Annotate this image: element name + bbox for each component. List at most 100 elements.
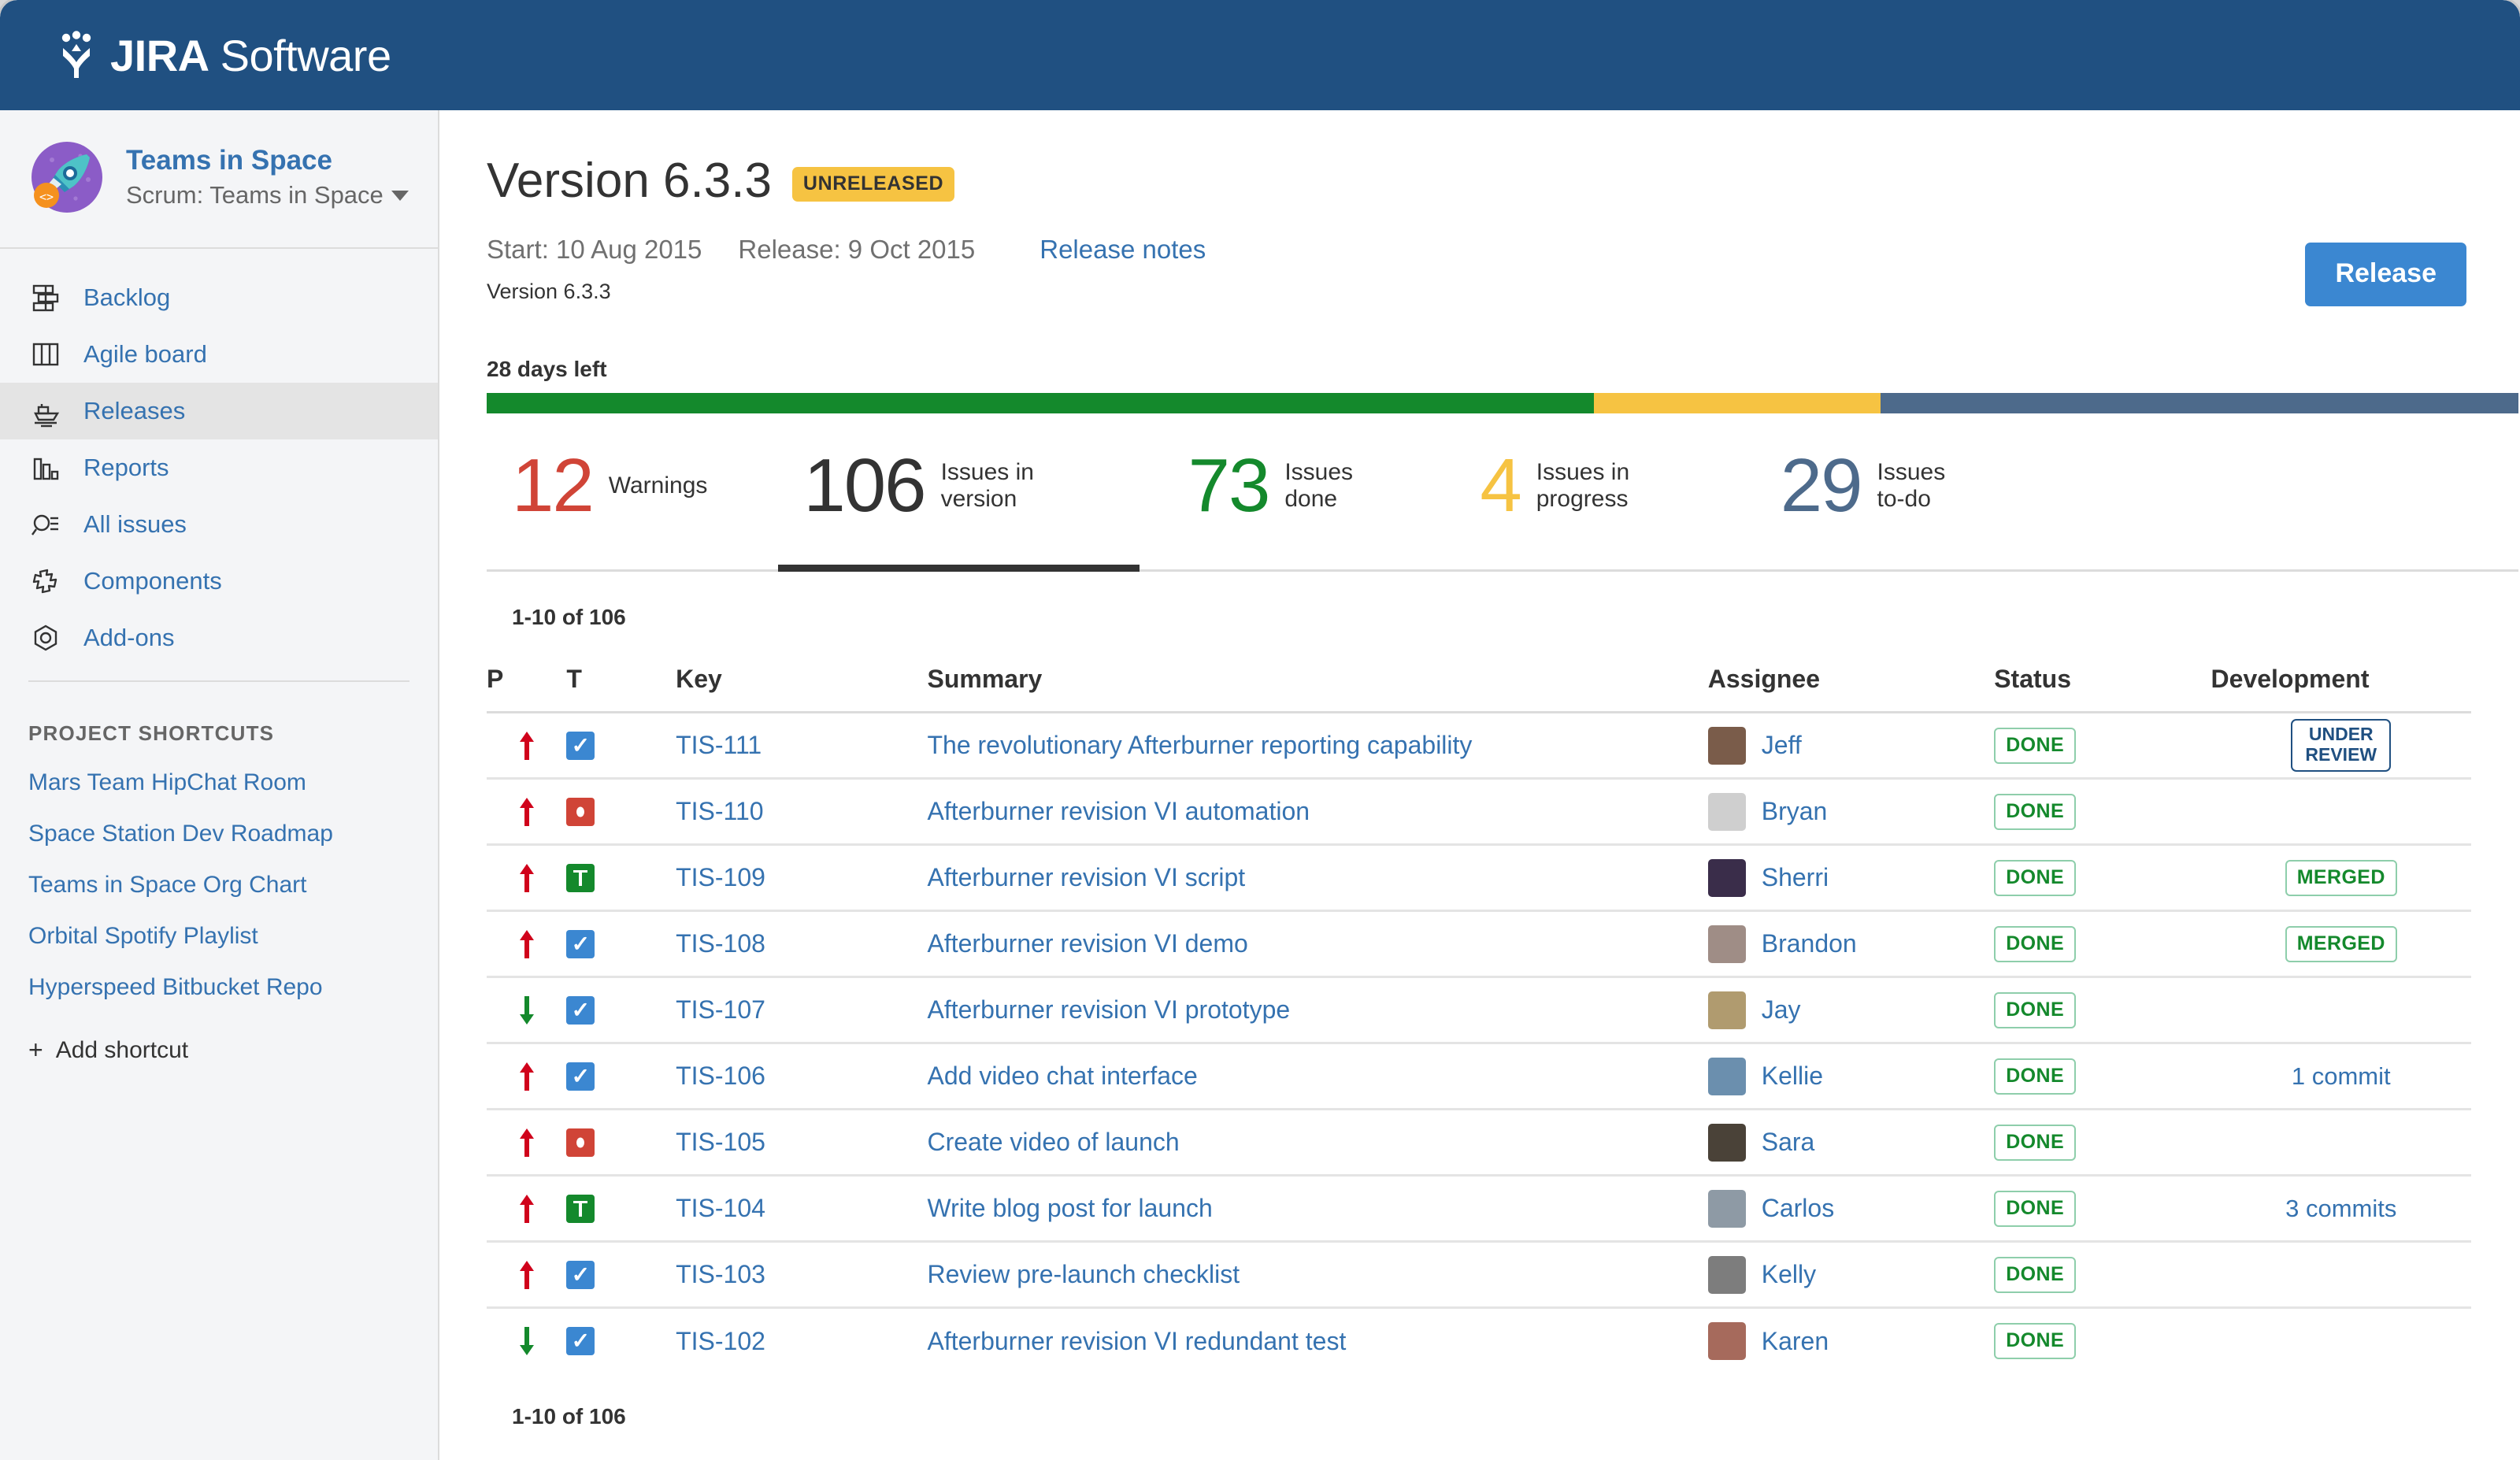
assignee-link[interactable]: Kellie — [1762, 1062, 1823, 1091]
cell-status: DONE — [1994, 778, 2211, 846]
issue-summary-link[interactable]: Create video of launch — [927, 1128, 1179, 1156]
issue-type-task-icon: ✓ — [566, 1327, 595, 1356]
status-badge: DONE — [1994, 859, 2077, 896]
stat-value: 12 — [512, 443, 595, 528]
project-shortcuts: PROJECT SHORTCUTS Mars Team HipChat Room… — [0, 693, 438, 1065]
stat-warnings[interactable]: 12 Warnings — [512, 448, 707, 569]
puzzle-icon — [28, 564, 63, 598]
cell-summary: Afterburner revision VI prototype — [927, 976, 1708, 1044]
assignee-link[interactable]: Jay — [1762, 995, 1801, 1025]
jira-logo[interactable]: JIRA Software — [54, 30, 391, 81]
shortcut-link[interactable]: Space Station Dev Roadmap — [28, 821, 438, 847]
project-name[interactable]: Teams in Space — [126, 145, 409, 176]
assignee-link[interactable]: Karen — [1762, 1327, 1829, 1356]
cell-key: TIS-105 — [676, 1109, 928, 1177]
cell-status: DONE — [1994, 1175, 2211, 1243]
avatar — [1707, 726, 1746, 765]
issue-key-link[interactable]: TIS-111 — [676, 731, 762, 759]
shortcut-link[interactable]: Teams in Space Org Chart — [28, 872, 438, 899]
progress-segment-in-progress — [1594, 393, 1881, 413]
issue-key-link[interactable]: TIS-104 — [676, 1194, 765, 1222]
issue-summary-link[interactable]: Afterburner revision VI demo — [927, 929, 1247, 958]
dev-commit-link[interactable]: 1 commit — [2292, 1062, 2391, 1090]
table-row[interactable]: ✓ TIS-103 Review pre-launch checklist Kelly… — [487, 1241, 2471, 1309]
issue-key-link[interactable]: TIS-105 — [676, 1128, 765, 1156]
stat-issues-done[interactable]: 73 Issues done — [1188, 448, 1388, 569]
brand-jira: JIRA — [110, 30, 209, 80]
shortcut-link[interactable]: Mars Team HipChat Room — [28, 769, 438, 796]
table-row[interactable]: ✓ TIS-107 Afterburner revision VI prototyp… — [487, 976, 2471, 1044]
assignee-link[interactable]: Bryan — [1762, 797, 1828, 826]
table-row[interactable]: TIS-104 Write blog post for launch Carlos D… — [487, 1175, 2471, 1243]
table-row[interactable]: ✓ TIS-111 The revolutionary Afterburner re… — [487, 712, 2471, 780]
issue-key-link[interactable]: TIS-108 — [676, 929, 765, 958]
table-row[interactable]: TIS-110 Afterburner revision VI automatio… — [487, 778, 2471, 846]
assignee-link[interactable]: Kelly — [1762, 1260, 1816, 1289]
issue-key-link[interactable]: TIS-102 — [676, 1327, 765, 1355]
cell-assignee: Kelly — [1707, 1241, 1995, 1309]
sidebar-item-releases[interactable]: Releases — [0, 383, 438, 439]
release-button[interactable]: Release — [2305, 243, 2466, 306]
assignee-link[interactable]: Sara — [1762, 1128, 1815, 1157]
cell-status: DONE — [1994, 1043, 2211, 1110]
table-row[interactable]: ✓ TIS-108 Afterburner revision VI demo Bran… — [487, 910, 2471, 978]
sidebar-item-all-issues[interactable]: All issues — [0, 496, 438, 553]
chevron-down-icon — [391, 190, 409, 201]
dev-status-merged[interactable]: MERGED — [2285, 859, 2397, 896]
dev-status-under-review[interactable]: UNDER REVIEW — [2291, 719, 2392, 772]
issue-summary-link[interactable]: Afterburner revision VI redundant test — [927, 1327, 1346, 1355]
table-row[interactable]: TIS-105 Create video of launch Sara DONE — [487, 1109, 2471, 1177]
issue-summary-link[interactable]: Add video chat interface — [927, 1062, 1197, 1090]
status-badge: DONE — [1994, 727, 2077, 764]
status-badge: DONE — [1994, 925, 2077, 962]
issue-summary-link[interactable]: Afterburner revision VI prototype — [927, 995, 1290, 1024]
stat-issues-in-progress[interactable]: 4 Issues in progress — [1480, 448, 1677, 569]
cell-summary: Review pre-launch checklist — [927, 1241, 1708, 1309]
stat-issues-in-version[interactable]: 106 Issues in version — [778, 448, 1140, 572]
sidebar-item-components[interactable]: Components — [0, 553, 438, 610]
issue-summary-link[interactable]: The revolutionary Afterburner reporting … — [927, 731, 1472, 759]
dev-status-merged[interactable]: MERGED — [2285, 925, 2397, 962]
assignee-link[interactable]: Brandon — [1762, 929, 1857, 958]
cell-status: DONE — [1994, 1241, 2211, 1309]
bar-chart-icon — [28, 450, 63, 485]
progress-segment-todo — [1880, 393, 2518, 413]
cell-development: MERGED — [2211, 844, 2471, 912]
issue-key-link[interactable]: TIS-110 — [676, 797, 763, 825]
sidebar-item-agile-board[interactable]: Agile board — [0, 326, 438, 383]
board-selector[interactable]: Scrum: Teams in Space — [126, 181, 409, 209]
issue-key-link[interactable]: TIS-109 — [676, 863, 765, 891]
issue-summary-link[interactable]: Afterburner revision VI automation — [927, 797, 1310, 825]
release-notes-link[interactable]: Release notes — [1040, 235, 1206, 265]
shortcut-link[interactable]: Orbital Spotify Playlist — [28, 923, 438, 950]
add-shortcut-button[interactable]: + Add shortcut — [28, 1036, 438, 1065]
issue-key-link[interactable]: TIS-107 — [676, 995, 765, 1024]
dev-commit-link[interactable]: 3 commits — [2285, 1195, 2396, 1222]
priority-low-icon — [518, 995, 566, 1026]
issue-summary-link[interactable]: Review pre-launch checklist — [927, 1260, 1240, 1288]
stat-value: 29 — [1780, 443, 1863, 528]
sidebar-item-add-ons[interactable]: Add-ons — [0, 610, 438, 666]
version-description: Version 6.3.3 — [487, 280, 611, 303]
sidebar-item-reports[interactable]: Reports — [0, 439, 438, 496]
shortcut-link[interactable]: Hyperspeed Bitbucket Repo — [28, 974, 438, 1001]
cell-priority — [487, 1043, 567, 1110]
status-badge: DONE — [1994, 1256, 2077, 1293]
issue-key-link[interactable]: TIS-103 — [676, 1260, 765, 1288]
table-row[interactable]: ✓ TIS-106 Add video chat interface Kellie DO… — [487, 1043, 2471, 1110]
cell-status: DONE — [1994, 712, 2211, 780]
assignee-link[interactable]: Carlos — [1762, 1194, 1834, 1223]
issue-summary-link[interactable]: Afterburner revision VI script — [927, 863, 1245, 891]
cell-summary: Create video of launch — [927, 1109, 1708, 1177]
table-row[interactable]: ✓ TIS-102 Afterburner revision VI redundan… — [487, 1308, 2471, 1374]
project-header[interactable]: <> Teams in Space Scrum: Teams in Space — [0, 110, 438, 249]
issue-key-link[interactable]: TIS-106 — [676, 1062, 765, 1090]
sidebar-item-backlog[interactable]: Backlog — [0, 269, 438, 326]
stat-issues-todo[interactable]: 29 Issues to-do — [1781, 448, 1980, 569]
sidebar-nav: Backlog Agile board Releases Reports All… — [0, 249, 438, 693]
assignee-link[interactable]: Sherri — [1762, 863, 1829, 892]
cell-assignee: Kellie — [1707, 1043, 1995, 1110]
assignee-link[interactable]: Jeff — [1762, 731, 1802, 760]
table-row[interactable]: TIS-109 Afterburner revision VI script She… — [487, 844, 2471, 912]
issue-summary-link[interactable]: Write blog post for launch — [927, 1194, 1212, 1222]
